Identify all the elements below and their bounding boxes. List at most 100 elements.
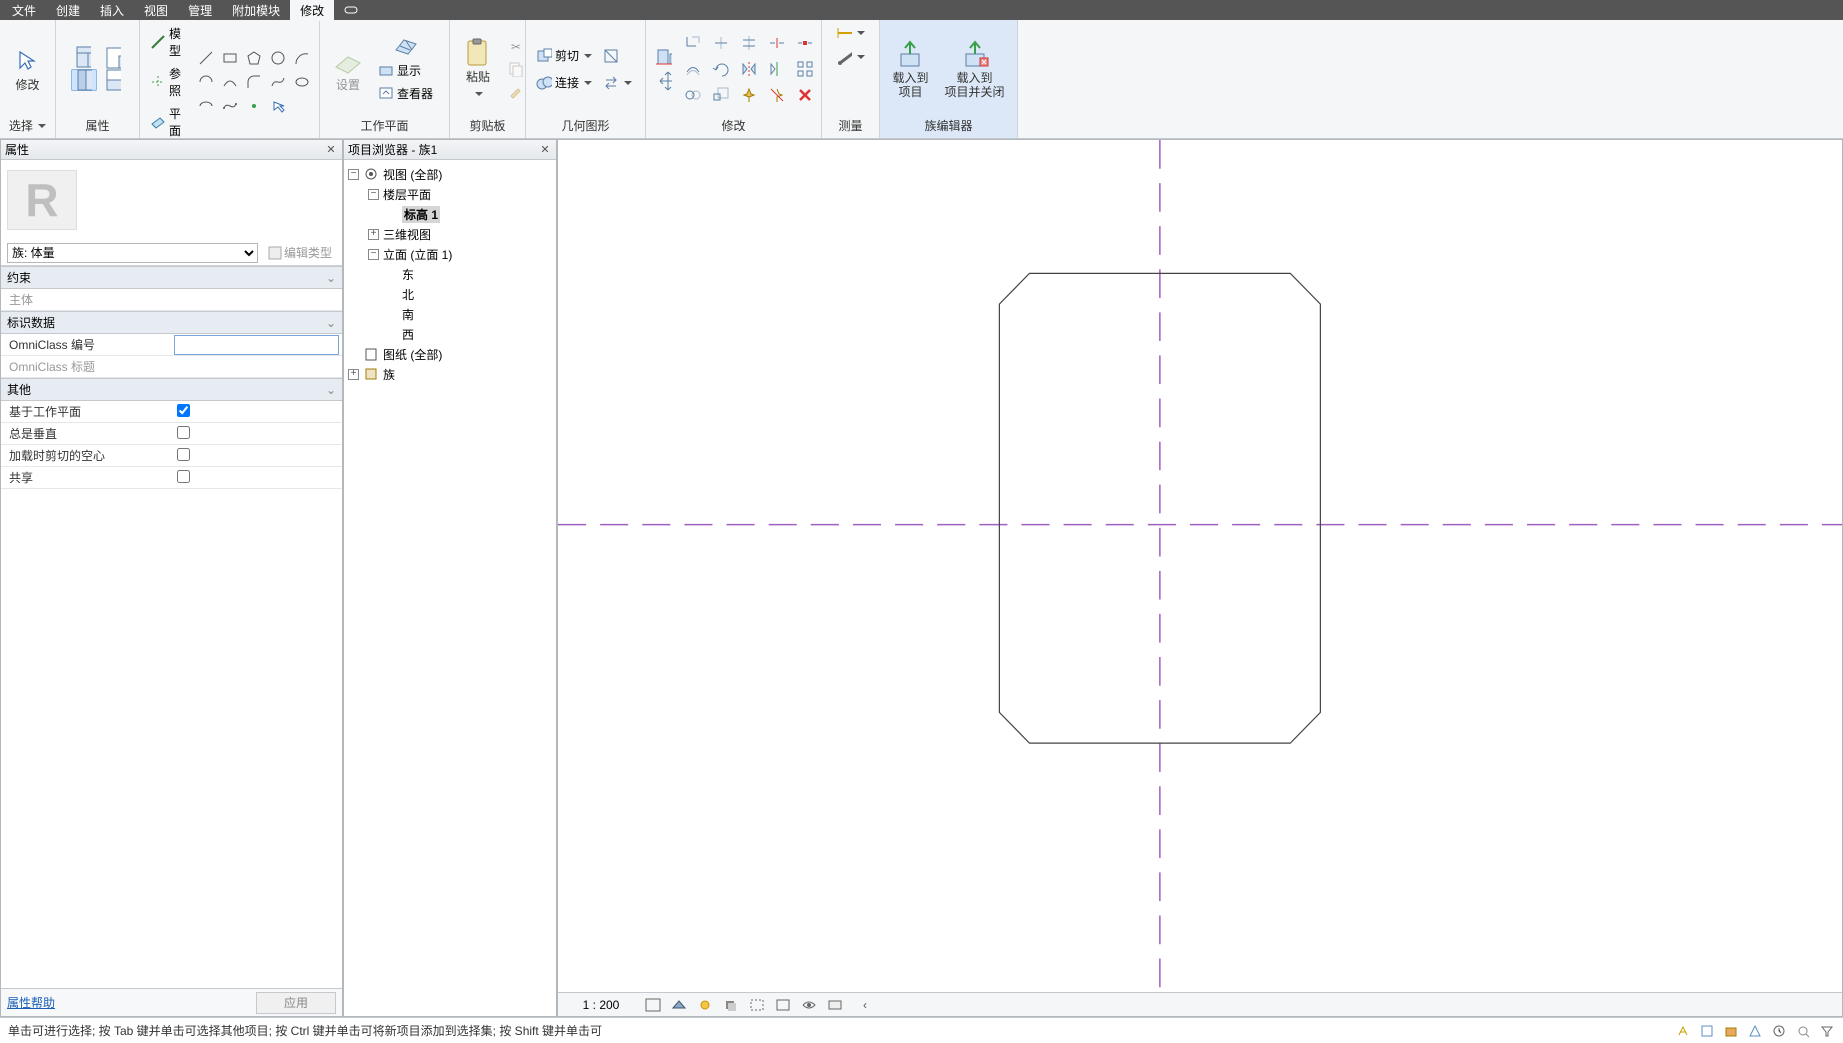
- measure-button[interactable]: [832, 47, 869, 67]
- crop-view-button[interactable]: [748, 996, 766, 1014]
- edit-type-button[interactable]: 编辑类型: [264, 242, 336, 263]
- match-button[interactable]: [504, 81, 528, 101]
- reveal-button[interactable]: [826, 996, 844, 1014]
- draw-rect[interactable]: [219, 47, 241, 69]
- draw-arc-start[interactable]: [291, 47, 313, 69]
- cut-button[interactable]: ✂: [504, 37, 528, 57]
- mirror-draw[interactable]: [764, 57, 790, 81]
- type-selector[interactable]: 族: 体量: [7, 243, 258, 263]
- draw-fillet[interactable]: [243, 71, 265, 93]
- draw-ellipse-half[interactable]: [195, 95, 217, 117]
- status-icon-5[interactable]: [1771, 1023, 1787, 1039]
- tree-south[interactable]: 南: [346, 304, 554, 324]
- tree-sheets[interactable]: 图纸 (全部): [346, 344, 554, 364]
- workplane-show-label[interactable]: 显示: [374, 60, 437, 81]
- hide-isolate-button[interactable]: [800, 996, 818, 1014]
- delete[interactable]: [792, 83, 818, 107]
- align-button[interactable]: [652, 47, 676, 67]
- scale[interactable]: [708, 83, 734, 107]
- scale-label[interactable]: 1 : 200: [566, 998, 636, 1012]
- mirror-axis[interactable]: [736, 57, 762, 81]
- shadows-button[interactable]: [722, 996, 740, 1014]
- tree-views[interactable]: −视图 (全部): [346, 164, 554, 184]
- visual-style-button[interactable]: [670, 996, 688, 1014]
- void-on-load-checkbox[interactable]: [177, 448, 190, 461]
- tree-north[interactable]: 北: [346, 284, 554, 304]
- tree-families[interactable]: +族: [346, 364, 554, 384]
- modify-tool-button[interactable]: 修改: [6, 42, 50, 96]
- draw-reference-button[interactable]: 参照: [146, 63, 191, 101]
- trim-corner[interactable]: [680, 31, 706, 55]
- unpin[interactable]: [764, 83, 790, 107]
- menu-extra-dropdown[interactable]: [338, 1, 377, 19]
- omni-num-input[interactable]: [175, 336, 338, 354]
- trim-multi[interactable]: [736, 31, 762, 55]
- tree-floor-plans[interactable]: −楼层平面: [346, 184, 554, 204]
- draw-circle[interactable]: [267, 47, 289, 69]
- draw-spline[interactable]: [267, 71, 289, 93]
- properties-help-link[interactable]: 属性帮助: [7, 994, 55, 1011]
- split-gap[interactable]: [792, 31, 818, 55]
- split[interactable]: [764, 31, 790, 55]
- draw-polygon[interactable]: [243, 47, 265, 69]
- properties-close-button[interactable]: ✕: [324, 143, 338, 157]
- menu-view[interactable]: 视图: [134, 0, 178, 21]
- status-filter-button[interactable]: [1819, 1023, 1835, 1039]
- group-constraints[interactable]: 约束⌄: [1, 266, 342, 289]
- detail-level-button[interactable]: [644, 996, 662, 1014]
- properties-toggle-1[interactable]: [71, 47, 97, 67]
- menu-insert[interactable]: 插入: [90, 0, 134, 21]
- workplane-based-checkbox[interactable]: [177, 404, 190, 417]
- draw-arc-center[interactable]: [195, 71, 217, 93]
- tree-level1[interactable]: 标高 1: [346, 204, 554, 224]
- draw-point[interactable]: [243, 95, 265, 117]
- draw-ellipse[interactable]: [291, 71, 313, 93]
- tree-elevations[interactable]: −立面 (立面 1): [346, 244, 554, 264]
- status-icon-3[interactable]: [1723, 1023, 1739, 1039]
- load-into-project-button[interactable]: 载入到 项目: [886, 35, 934, 103]
- array[interactable]: [792, 57, 818, 81]
- menu-manage[interactable]: 管理: [178, 0, 222, 21]
- offset[interactable]: [680, 57, 706, 81]
- properties-toggle-3[interactable]: [101, 48, 125, 68]
- pin[interactable]: [736, 83, 762, 107]
- menu-modify[interactable]: 修改: [290, 0, 334, 21]
- crop-region-button[interactable]: [774, 996, 792, 1014]
- switch-join-icon[interactable]: [603, 75, 619, 91]
- workplane-set-button[interactable]: 设置: [326, 42, 370, 96]
- draw-pick[interactable]: [267, 95, 289, 117]
- paste-button[interactable]: 粘贴: [456, 34, 500, 104]
- activate-cut-icon[interactable]: [603, 48, 619, 64]
- tree-east[interactable]: 东: [346, 264, 554, 284]
- trim-single[interactable]: [708, 31, 734, 55]
- properties-toggle-4[interactable]: [101, 70, 125, 90]
- tree-3d[interactable]: +三维视图: [346, 224, 554, 244]
- menu-addins[interactable]: 附加模块: [222, 0, 290, 21]
- draw-line[interactable]: [195, 47, 217, 69]
- status-icon-6[interactable]: [1795, 1023, 1811, 1039]
- workplane-show-button[interactable]: [374, 34, 437, 58]
- copy-button[interactable]: [504, 59, 528, 79]
- menu-file[interactable]: 文件: [2, 0, 46, 21]
- rotate[interactable]: [708, 57, 734, 81]
- draw-plane-button[interactable]: 平面: [146, 103, 191, 141]
- properties-toggle-2[interactable]: [71, 69, 97, 91]
- join-geometry-button[interactable]: 连接: [532, 72, 636, 93]
- move-button[interactable]: [652, 71, 676, 91]
- cut-geometry-button[interactable]: 剪切: [532, 45, 623, 66]
- status-icon-4[interactable]: [1747, 1023, 1763, 1039]
- workplane-viewer-button[interactable]: 查看器: [374, 83, 437, 104]
- menu-create[interactable]: 创建: [46, 0, 90, 21]
- drawing-canvas[interactable]: 1 : 200 ‹: [557, 139, 1843, 1017]
- group-ident[interactable]: 标识数据⌄: [1, 311, 342, 334]
- draw-arc-tan[interactable]: [219, 71, 241, 93]
- sun-path-button[interactable]: [696, 996, 714, 1014]
- draw-model-button[interactable]: 模型: [146, 23, 191, 61]
- status-icon-2[interactable]: [1699, 1023, 1715, 1039]
- status-icon-1[interactable]: [1675, 1023, 1691, 1039]
- always-vertical-checkbox[interactable]: [177, 426, 190, 439]
- tree-west[interactable]: 西: [346, 324, 554, 344]
- shared-checkbox[interactable]: [177, 470, 190, 483]
- group-other[interactable]: 其他⌄: [1, 378, 342, 401]
- copy[interactable]: [680, 83, 706, 107]
